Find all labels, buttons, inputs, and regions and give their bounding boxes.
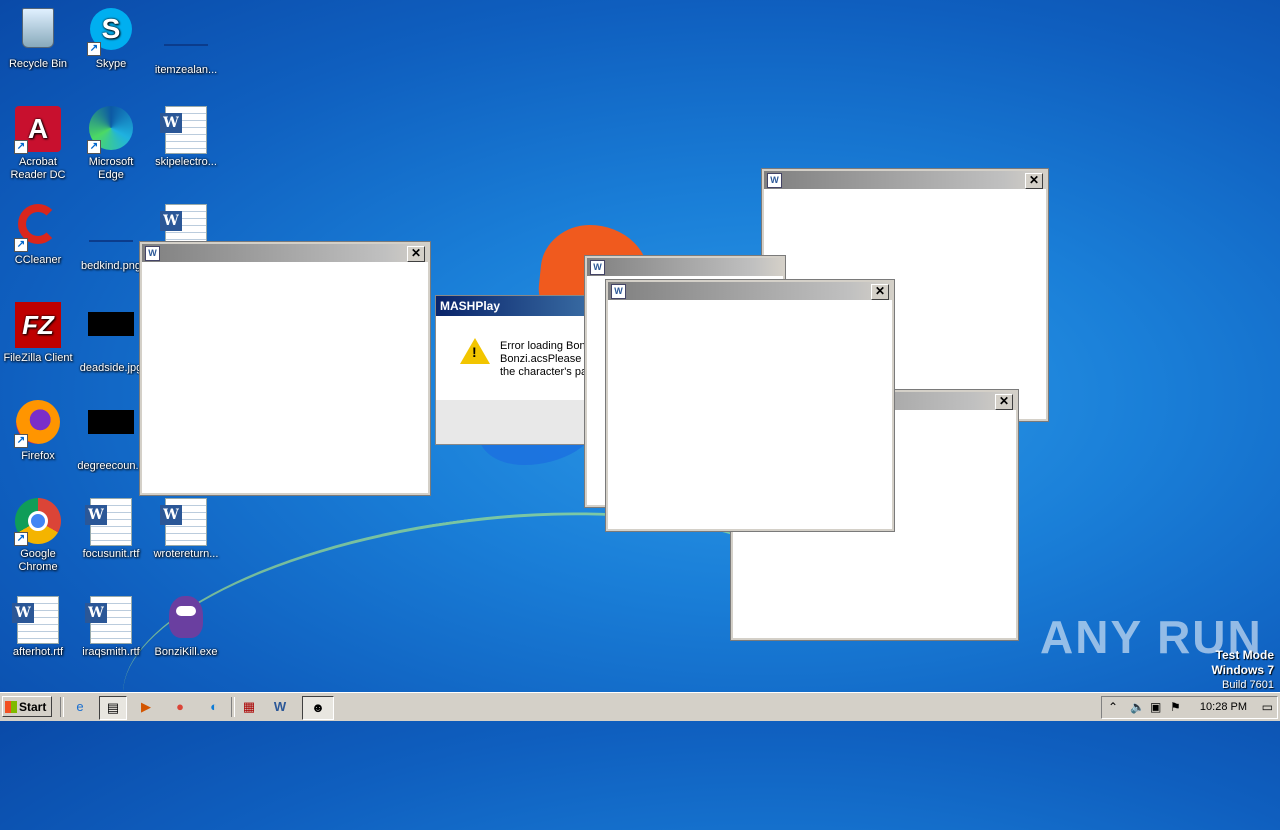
desktop-icon-bedkind[interactable]: bedkind.png (73, 200, 149, 273)
dialog-footer (436, 400, 596, 444)
dialog-message: Error loading Bonz Bonzi.acsPlease o the… (500, 340, 592, 378)
windows-logo-icon (5, 701, 17, 713)
desktop-icon-bonzikill[interactable]: BonziKill.exe (148, 592, 224, 659)
desktop-icon-chrome[interactable]: ↗ Google Chrome (0, 494, 76, 574)
close-button[interactable]: ✕ (407, 246, 425, 262)
dialog-title: MASHPlay (436, 296, 596, 316)
image-file-icon (87, 210, 135, 258)
skype-icon: S ↗ (87, 8, 135, 56)
desktop-icon-itemzealan[interactable]: itemzealan... (148, 4, 224, 77)
desktop-icon-degreecoun[interactable]: degreecoun... (73, 396, 149, 473)
image-file-icon (87, 410, 135, 458)
clock[interactable]: 10:28 PM (1200, 701, 1247, 713)
window-titlebar[interactable]: W (587, 258, 783, 276)
close-button[interactable]: ✕ (871, 284, 889, 300)
desktop-icon-iraqsmith[interactable]: W iraqsmith.rtf (73, 592, 149, 659)
image-file-icon (162, 14, 210, 62)
desktop-icon-skype[interactable]: S ↗ Skype (73, 4, 149, 71)
chrome-icon: ↗ (14, 498, 62, 546)
desktop-icon-recycle-bin[interactable]: Recycle Bin (0, 4, 76, 71)
taskbar: Start e ▤ ▶ ● ◐ ▦ W ☻ ⌃ 🔈 ▣ ⚑ 10:28 PM ▭ (0, 692, 1280, 721)
volume-icon[interactable]: 🔈 (1130, 700, 1145, 714)
word-doc-icon: W (12, 596, 62, 644)
desktop-icon-edge[interactable]: ↗ Microsoft Edge (73, 102, 149, 182)
desktop-icon-acrobat[interactable]: A ↗ Acrobat Reader DC (0, 102, 76, 182)
window-titlebar[interactable]: W ✕ (764, 171, 1046, 189)
start-button[interactable]: Start (2, 696, 52, 717)
word-doc-icon: W (85, 498, 135, 546)
media-player-icon[interactable]: ▶ (133, 696, 159, 718)
desktop-icon-deadside[interactable]: deadside.jpg (73, 298, 149, 375)
acrobat-icon: A ↗ (14, 106, 62, 154)
mashplay-taskbar-icon[interactable]: ☻ (302, 696, 334, 720)
empty-window-5[interactable]: W ✕ (605, 279, 895, 532)
desktop-icon-wrotereturn[interactable]: W wrotereturn... (148, 494, 224, 561)
recycle-bin-icon (14, 8, 62, 56)
desktop-icon-skipelectro[interactable]: W skipelectro... (148, 102, 224, 169)
edge-taskbar-icon[interactable]: ◐ (201, 696, 227, 718)
close-button[interactable]: ✕ (995, 394, 1013, 410)
show-desktop-icon[interactable]: ▭ (1262, 700, 1273, 714)
network-icon[interactable]: ▣ (1150, 700, 1161, 714)
word-doc-icon: W (160, 498, 210, 546)
bonzi-gorilla-icon (162, 596, 210, 644)
word-doc-icon: W (145, 246, 160, 261)
internet-explorer-icon[interactable]: e (67, 696, 93, 718)
chrome-taskbar-icon[interactable]: ● (167, 696, 193, 718)
window-titlebar[interactable]: W ✕ (608, 282, 892, 300)
empty-window-1[interactable]: W ✕ (139, 241, 431, 496)
desktop-icon-filezilla[interactable]: FZ FileZilla Client (0, 298, 76, 365)
explorer-folder-icon[interactable]: ▤ (99, 696, 127, 720)
firefox-icon: ↗ (14, 400, 62, 448)
filezilla-icon: FZ (14, 302, 62, 350)
show-hidden-icons-icon[interactable]: ⌃ (1108, 700, 1118, 714)
desktop-icon-firefox[interactable]: ↗ Firefox (0, 396, 76, 463)
winrar-icon[interactable]: ▦ (236, 696, 262, 718)
close-button[interactable]: ✕ (1025, 173, 1043, 189)
mashplay-dialog[interactable]: MASHPlay ! Error loading Bonz Bonzi.acsP… (435, 295, 597, 445)
edge-icon: ↗ (87, 106, 135, 154)
desktop-icon-ccleaner[interactable]: ↗ CCleaner (0, 200, 76, 267)
window-titlebar[interactable]: W ✕ (142, 244, 428, 262)
word-doc-icon: W (611, 284, 626, 299)
test-mode-label: Test Mode Windows 7 Build 7601 (1211, 648, 1274, 691)
image-file-icon (87, 312, 135, 360)
action-center-flag-icon[interactable]: ⚑ (1170, 700, 1181, 714)
system-tray: ⌃ 🔈 ▣ ⚑ 10:28 PM ▭ (1101, 696, 1278, 719)
desktop-icon-afterhot[interactable]: W afterhot.rtf (0, 592, 76, 659)
word-doc-icon: W (767, 173, 782, 188)
word-doc-icon: W (160, 106, 210, 154)
desktop-icon-focusunit[interactable]: W focusunit.rtf (73, 494, 149, 561)
ccleaner-icon: ↗ (14, 204, 62, 252)
warning-icon: ! (460, 338, 490, 364)
word-doc-icon: W (85, 596, 135, 644)
word-doc-icon: W (590, 260, 605, 275)
word-taskbar-icon[interactable]: W (267, 696, 293, 718)
